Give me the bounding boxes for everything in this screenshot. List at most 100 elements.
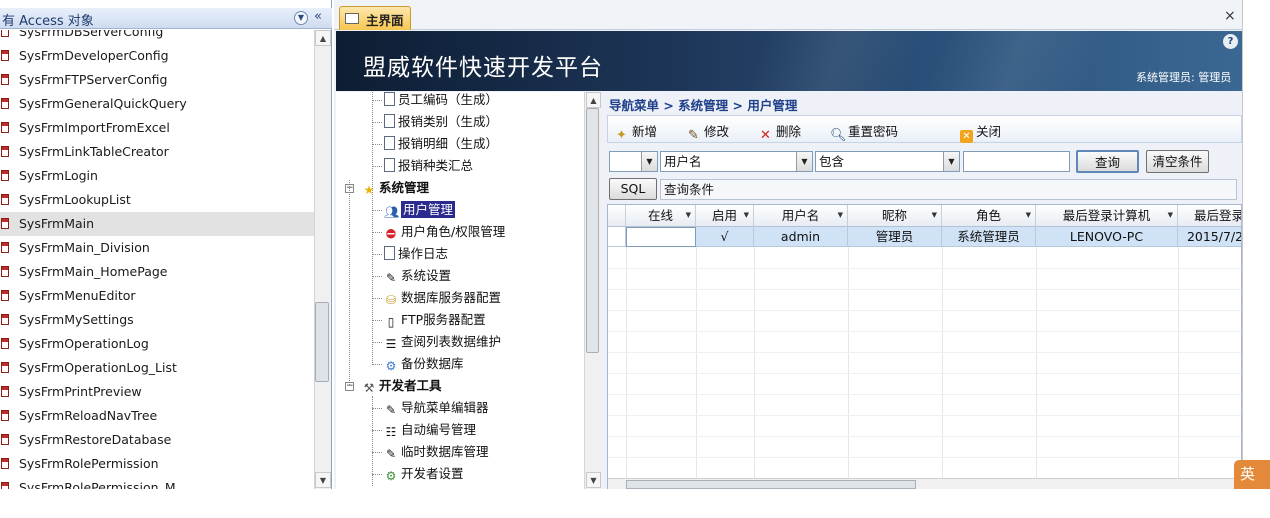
nav-item[interactable]: SysFrmOperationLog <box>0 332 314 356</box>
help-icon[interactable]: ? <box>1223 34 1238 49</box>
row-selector-header[interactable] <box>608 205 626 227</box>
table-cell[interactable] <box>626 227 696 247</box>
dev-settings-icon: ⚙ <box>385 469 397 483</box>
chevron-down-icon[interactable]: ▼ <box>796 152 812 171</box>
key-icon: 🔍︎ <box>830 128 847 143</box>
new-button[interactable]: ✦ 新增 <box>614 121 657 143</box>
scrollbar-thumb[interactable] <box>626 480 916 489</box>
ime-indicator[interactable]: 英 简 <box>1234 460 1270 512</box>
scroll-up-button[interactable]: ▲ <box>315 30 331 46</box>
filter-dropdown-icon[interactable]: ▼ <box>838 205 843 226</box>
column-header[interactable]: 最后登录计算机 ▼ <box>1036 205 1178 227</box>
nav-item[interactable]: SysFrmRolePermission <box>0 452 314 476</box>
filter-dropdown-icon[interactable]: ▼ <box>932 205 937 226</box>
nav-item[interactable]: SysFrmMain_Division <box>0 236 314 260</box>
column-header[interactable]: 启用 ▼ <box>696 205 754 227</box>
tree-item[interactable]: 操作日志 <box>384 243 448 265</box>
filter-operator-select[interactable]: 包含 ▼ <box>815 151 960 172</box>
tree-item[interactable]: ⚙ 开发者设置 <box>384 463 464 485</box>
table-cell[interactable]: LENOVO-PC <box>1036 227 1178 247</box>
nav-item[interactable]: SysFrmRolePermission_M <box>0 476 314 489</box>
tree-item[interactable]: 👥︎ 用户管理 <box>384 199 456 221</box>
banner-decoration <box>745 31 927 91</box>
star-icon: ★ <box>363 183 375 197</box>
column-header[interactable]: 昵称 ▼ <box>848 205 942 227</box>
filter-value-input[interactable] <box>963 151 1070 172</box>
scrollbar-thumb[interactable] <box>586 108 599 353</box>
edit-button[interactable]: ✎ 修改 <box>686 121 729 143</box>
filter-field-select[interactable]: ▼ <box>609 151 658 172</box>
collapse-pane-button[interactable]: « <box>314 9 322 24</box>
column-header[interactable]: 最后登录 <box>1178 205 1241 227</box>
tree-item[interactable]: ⛔︎ 用户角色/权限管理 <box>384 221 505 243</box>
tree-item[interactable]: 报销种类汇总 <box>384 155 473 177</box>
filter-column-value: 用户名 <box>664 154 702 169</box>
nav-item[interactable]: SysFrmLogin <box>0 164 314 188</box>
chevron-down-icon[interactable]: ▼ <box>943 152 959 171</box>
tree-item[interactable]: ☷ 自动编号管理 <box>384 419 476 441</box>
nav-item[interactable]: SysFrmLinkTableCreator <box>0 140 314 164</box>
tab-main[interactable]: 主界面 <box>339 6 411 30</box>
nav-item[interactable]: SysFrmMain_HomePage <box>0 260 314 284</box>
tree-item[interactable]: ⚙ 备份数据库 <box>384 353 464 375</box>
tree-item[interactable]: ✎ 系统设置 <box>384 265 451 287</box>
tree-item[interactable]: 报销明细（生成） <box>384 133 498 155</box>
filter-column-select[interactable]: 用户名 ▼ <box>660 151 813 172</box>
tree-item[interactable]: ⛁ 数据库服务器配置 <box>384 287 501 309</box>
table-cell[interactable]: 管理员 <box>848 227 942 247</box>
table-cell[interactable]: admin <box>754 227 848 247</box>
nav-item[interactable]: SysFrmRestoreDatabase <box>0 428 314 452</box>
nav-item[interactable]: SysFrmFTPServerConfig <box>0 68 314 92</box>
tree-item[interactable]: ▯ FTP服务器配置 <box>384 309 486 331</box>
table-cell[interactable]: √ <box>696 227 754 247</box>
tree-item-label: 备份数据库 <box>401 356 464 371</box>
tree-item[interactable]: ✎ 导航菜单编辑器 <box>384 397 489 419</box>
chevron-down-icon[interactable]: ▼ <box>641 152 657 171</box>
filter-dropdown-icon[interactable]: ▼ <box>686 205 691 226</box>
nav-item[interactable]: SysFrmOperationLog_List <box>0 356 314 380</box>
column-header[interactable]: 在线 ▼ <box>626 205 696 227</box>
table-cell[interactable]: 系统管理员 <box>942 227 1036 247</box>
nav-item[interactable]: SysFrmReloadNavTree <box>0 404 314 428</box>
nav-item[interactable]: SysFrmDBServerConfig <box>0 30 314 44</box>
delete-button[interactable]: ✕ 删除 <box>758 121 801 143</box>
reset-password-button[interactable]: 🔍︎重置密码 <box>830 121 898 143</box>
close-button[interactable]: ✕ 关闭 <box>960 121 1001 143</box>
tree-item[interactable]: 员工编码（生成） <box>384 89 498 111</box>
filter-dropdown-icon[interactable]: ▼ <box>1168 205 1173 226</box>
nav-item[interactable]: SysFrmMain <box>0 212 314 236</box>
nav-item[interactable]: SysFrmLookupList <box>0 188 314 212</box>
close-tab-button[interactable]: × <box>1224 8 1236 24</box>
filter-dropdown-icon[interactable]: ▼ <box>1026 205 1031 226</box>
navigation-pane-header[interactable]: 有 Access 对象 ▼ « <box>0 8 332 29</box>
column-header[interactable]: 用户名 ▼ <box>754 205 848 227</box>
nav-item[interactable]: SysFrmImportFromExcel <box>0 116 314 140</box>
query-conditions-field[interactable]: 查询条件 <box>660 179 1237 200</box>
nav-item[interactable]: SysFrmMenuEditor <box>0 284 314 308</box>
filter-dropdown-icon[interactable]: ▼ <box>744 205 749 226</box>
scroll-down-button[interactable]: ▼ <box>586 472 601 488</box>
sql-button[interactable]: SQL <box>609 178 657 200</box>
form-icon <box>1 98 9 109</box>
banner-decoration <box>925 31 1107 91</box>
table-cell[interactable]: 2015/7/27 <box>1178 227 1241 247</box>
navigation-scrollbar[interactable]: ▲ ▼ <box>314 30 331 489</box>
row-selector[interactable] <box>608 227 626 247</box>
nav-item[interactable]: SysFrmDeveloperConfig <box>0 44 314 68</box>
chevron-down-icon[interactable]: ▼ <box>294 11 308 25</box>
scrollbar-thumb[interactable] <box>315 302 329 382</box>
nav-item[interactable]: SysFrmGeneralQuickQuery <box>0 92 314 116</box>
column-header[interactable]: 角色 ▼ <box>942 205 1036 227</box>
filter-operator-value: 包含 <box>819 154 845 169</box>
clear-conditions-button[interactable]: 清空条件 <box>1146 150 1209 173</box>
tree-group[interactable]: ⚒ 开发者工具 <box>362 375 442 397</box>
scroll-up-button[interactable]: ▲ <box>586 92 601 108</box>
nav-item[interactable]: SysFrmMySettings <box>0 308 314 332</box>
tree-item[interactable]: 报销类别（生成） <box>384 111 498 133</box>
tree-item[interactable]: ✎ 临时数据库管理 <box>384 441 489 463</box>
query-button[interactable]: 查询 <box>1076 150 1139 173</box>
tree-item[interactable]: ☰ 查阅列表数据维护 <box>384 331 501 353</box>
tree-connector <box>372 232 382 233</box>
nav-item[interactable]: SysFrmPrintPreview <box>0 380 314 404</box>
scroll-down-button[interactable]: ▼ <box>315 472 331 488</box>
